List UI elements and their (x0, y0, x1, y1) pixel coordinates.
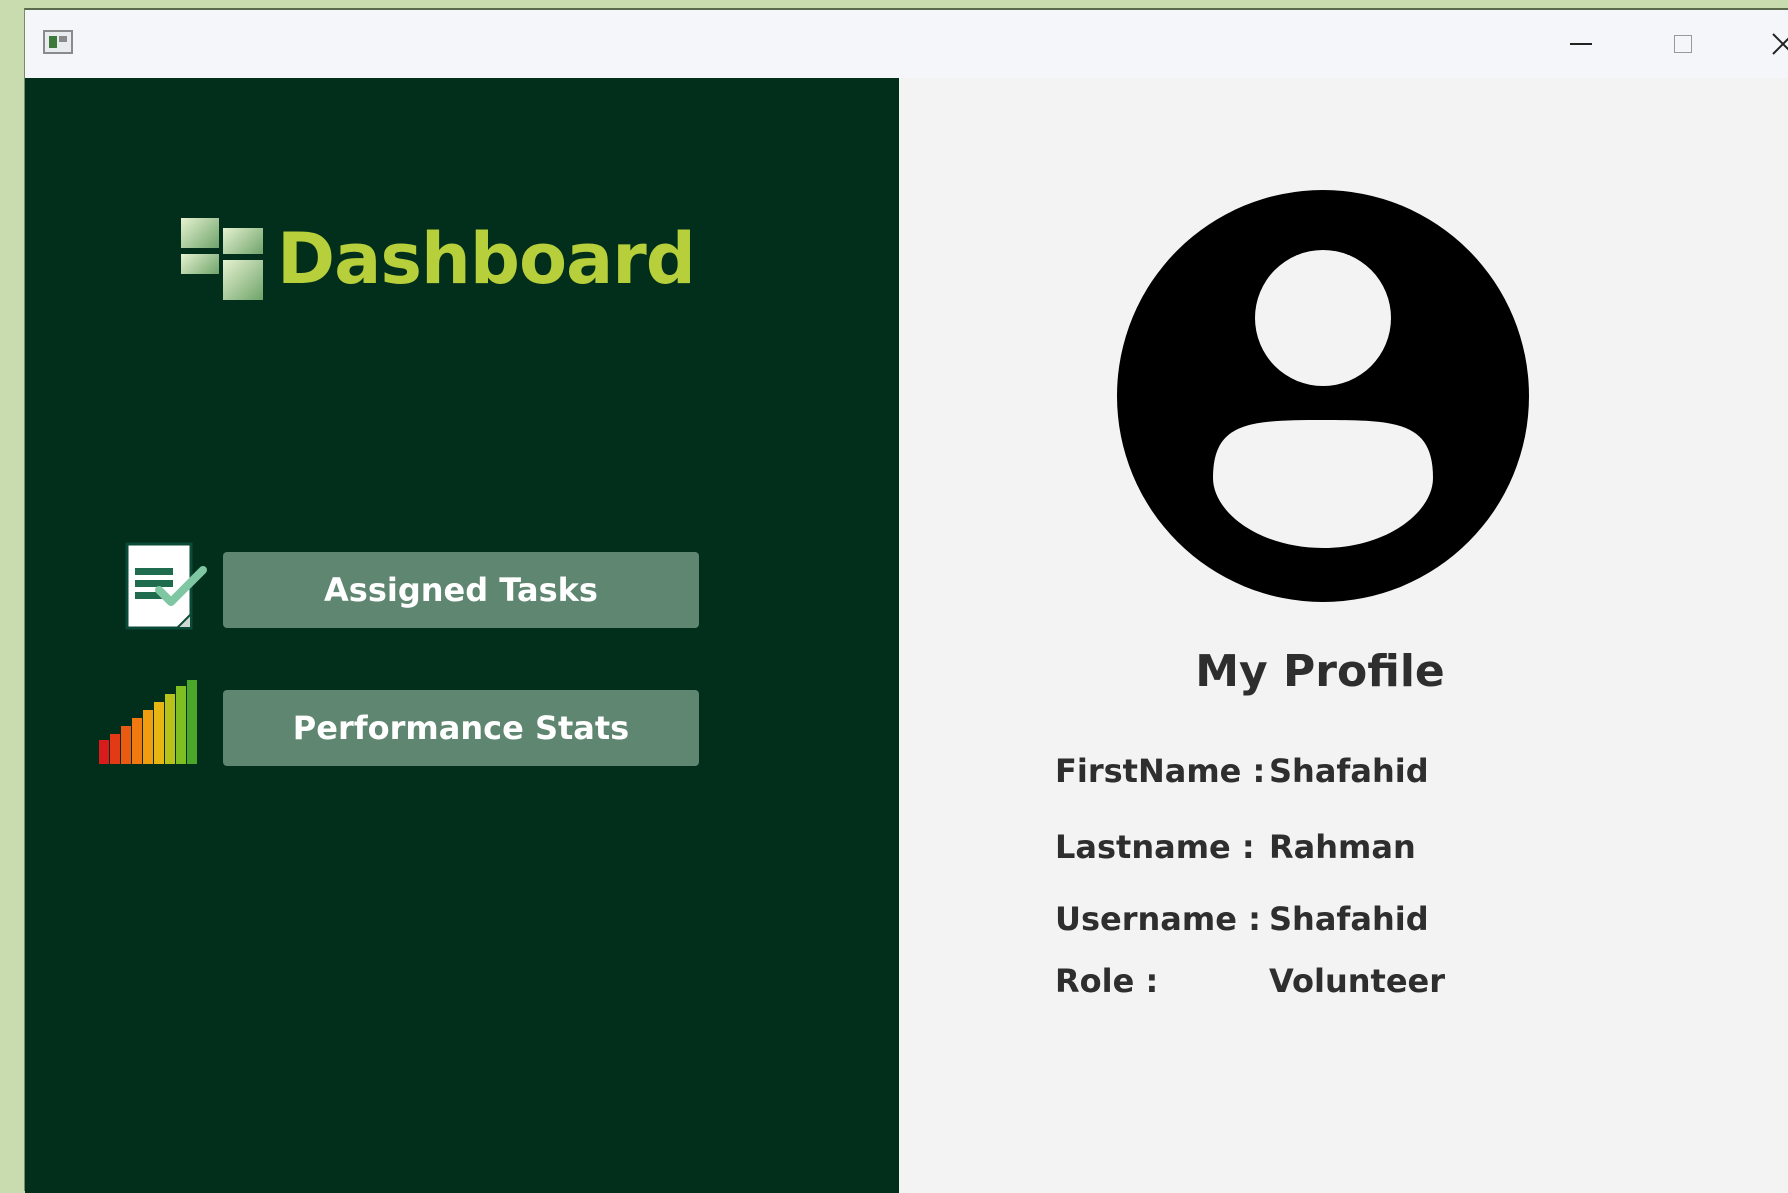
close-icon (1772, 33, 1788, 55)
close-button[interactable] (1733, 10, 1788, 78)
username-value: Shafahid (1269, 900, 1429, 938)
minimize-button[interactable] (1531, 10, 1631, 78)
sidebar: Dashboard Assigned Tasks Performance Sta… (25, 78, 899, 1193)
performance-stats-button[interactable]: Performance Stats (223, 690, 699, 766)
bar-stats-icon (99, 680, 197, 764)
app-icon (43, 30, 73, 54)
user-avatar-icon (1117, 190, 1529, 602)
title-bar[interactable] (25, 10, 1788, 78)
role-label: Role : (1055, 962, 1159, 1000)
task-document-icon (125, 542, 207, 630)
maximize-button[interactable] (1633, 10, 1733, 78)
profile-panel: My Profile FirstName : Shafahid Lastname… (899, 78, 1788, 1193)
assigned-tasks-label: Assigned Tasks (324, 571, 598, 609)
app-window: Dashboard Assigned Tasks Performance Sta… (24, 8, 1788, 1193)
dashboard-title: Dashboard (277, 218, 696, 300)
role-value: Volunteer (1269, 962, 1446, 1000)
performance-stats-label: Performance Stats (292, 709, 630, 747)
username-label: Username : (1055, 900, 1261, 938)
firstname-value: Shafahid (1269, 752, 1429, 790)
lastname-label: Lastname : (1055, 828, 1255, 866)
assigned-tasks-button[interactable]: Assigned Tasks (223, 552, 699, 628)
firstname-label: FirstName : (1055, 752, 1266, 790)
profile-title: My Profile (1195, 646, 1445, 697)
dashboard-brand: Dashboard (181, 218, 696, 300)
lastname-value: Rahman (1269, 828, 1416, 866)
minimize-icon (1570, 43, 1592, 45)
maximize-icon (1674, 35, 1692, 53)
dashboard-grid-icon (181, 218, 263, 300)
